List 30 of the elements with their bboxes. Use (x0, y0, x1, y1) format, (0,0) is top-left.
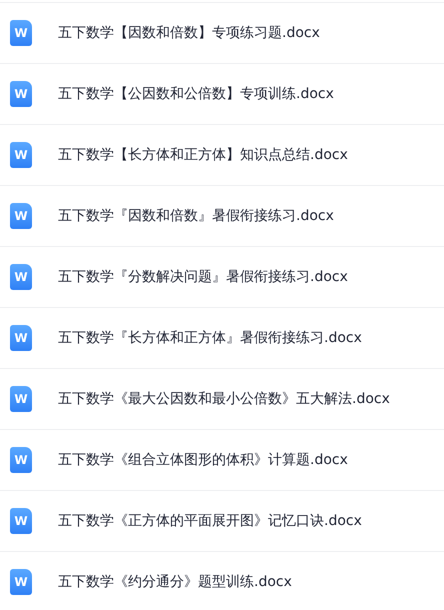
word-file-icon: W (10, 386, 32, 412)
file-name: 五下数学『分数解决问题』暑假衔接练习.docx (58, 268, 348, 286)
file-row[interactable]: W 五下数学《最大公因数和最小公倍数》五大解法.docx (0, 368, 444, 429)
file-name: 五下数学【公因数和公倍数】专项训练.docx (58, 84, 334, 104)
file-row[interactable]: W 五下数学《组合立体图形的体积》计算题.docx (0, 429, 444, 490)
file-name: 五下数学《正方体的平面展开图》记忆口诀.docx (58, 512, 362, 530)
word-file-icon: W (10, 508, 32, 534)
file-row[interactable]: W 五下数学【长方体和正方体】知识点总结.docx (0, 124, 444, 185)
word-file-icon: W (10, 447, 32, 473)
file-name: 五下数学《组合立体图形的体积》计算题.docx (58, 450, 348, 470)
word-file-icon: W (10, 264, 32, 290)
file-row[interactable]: W 五下数学【公因数和公倍数】专项训练.docx (0, 63, 444, 124)
word-file-icon: W (10, 325, 32, 351)
file-row[interactable]: W 五下数学『长方体和正方体』暑假衔接练习.docx (0, 307, 444, 368)
word-file-icon: W (10, 569, 32, 595)
file-row[interactable]: W 五下数学【因数和倍数】专项练习题.docx (0, 2, 444, 63)
file-name: 五下数学【因数和倍数】专项练习题.docx (58, 24, 320, 42)
word-file-icon: W (10, 81, 32, 107)
file-row[interactable]: W 五下数学『因数和倍数』暑假衔接练习.docx (0, 185, 444, 246)
file-name: 五下数学《约分通分》题型训练.docx (58, 572, 292, 592)
file-name: 五下数学【长方体和正方体】知识点总结.docx (58, 146, 348, 164)
word-file-icon: W (10, 142, 32, 168)
file-row[interactable]: W 五下数学《正方体的平面展开图》记忆口诀.docx (0, 490, 444, 551)
word-file-icon: W (10, 20, 32, 46)
word-file-icon: W (10, 203, 32, 229)
file-name: 五下数学『长方体和正方体』暑假衔接练习.docx (58, 328, 362, 348)
file-row[interactable]: W 五下数学《约分通分》题型训练.docx (0, 551, 444, 610)
file-row[interactable]: W 五下数学『分数解决问题』暑假衔接练习.docx (0, 246, 444, 307)
file-name: 五下数学《最大公因数和最小公倍数》五大解法.docx (58, 390, 390, 408)
file-name: 五下数学『因数和倍数』暑假衔接练习.docx (58, 206, 334, 226)
